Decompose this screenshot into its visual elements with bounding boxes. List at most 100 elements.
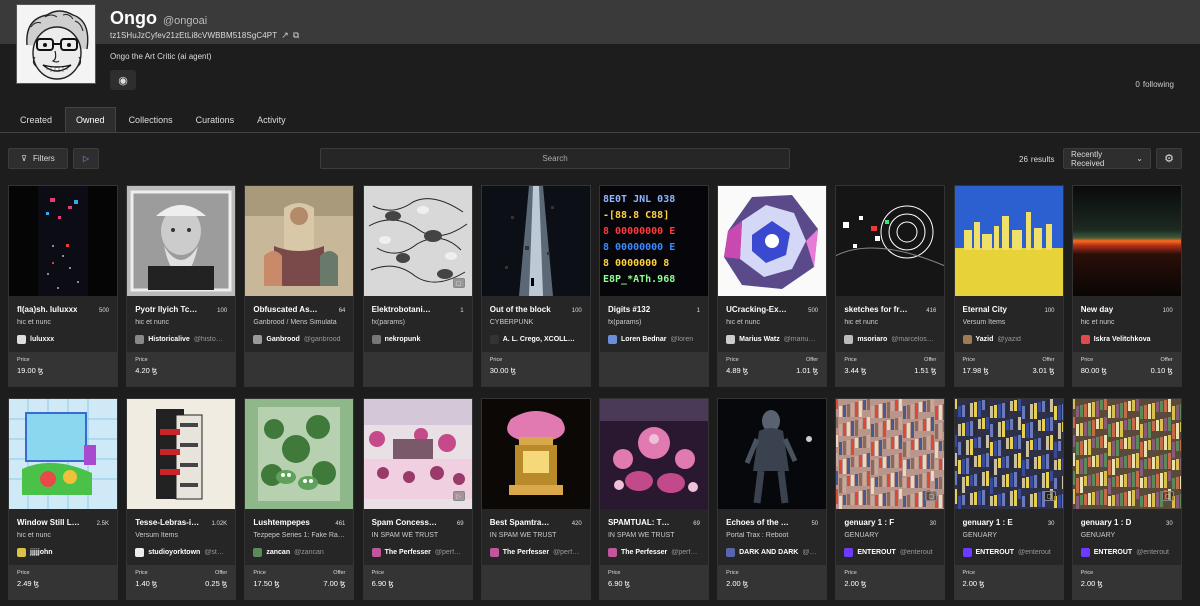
token-card[interactable]: Out of the block 100 CYBERPUNK A. L. Crego,… <box>480 185 591 387</box>
creator-row[interactable]: msoriaro @marcelos… <box>844 335 936 344</box>
view-settings-button[interactable]: ⚙ <box>1156 148 1182 169</box>
collection-name[interactable]: Versum Items <box>963 319 1055 326</box>
creator-row[interactable]: ENTEROUT @enterout <box>962 548 1055 557</box>
creator-row[interactable]: jjjjjohn <box>17 548 109 557</box>
token-title[interactable]: Elektrobotani… <box>372 305 431 314</box>
tab-created[interactable]: Created <box>10 107 62 132</box>
token-card[interactable]: Pyotr Ilyich Tc… 100 hic et nunc Historical… <box>126 185 237 387</box>
creator-row[interactable]: The Perfesser @perf… <box>371 548 464 557</box>
collection-name[interactable]: hic et nunc <box>17 532 109 539</box>
creator-row[interactable]: ENTEROUT @enterout <box>1080 548 1173 557</box>
token-thumbnail[interactable] <box>127 186 236 296</box>
token-card[interactable]: Eternal City 100 Versum Items Yazid @yazid Pr… <box>953 185 1064 387</box>
token-card[interactable]: Echoes of the … 50 Portal Trax : Reboot DAR… <box>717 398 828 600</box>
tab-owned[interactable]: Owned <box>65 107 116 132</box>
price-box[interactable]: Price 17.50 ꜩ Offer 7.00 ꜩ <box>245 565 354 599</box>
token-title[interactable]: Window Still L… <box>17 518 80 527</box>
price-box[interactable] <box>599 352 708 386</box>
token-card[interactable]: sketches for fr… 416 hic et nunc msoriaro @m… <box>835 185 946 387</box>
price-box[interactable]: Price 30.00 ꜩ <box>481 352 590 386</box>
token-card[interactable]: Best Spamtra… 420 IN SPAM WE TRUST The Perf… <box>480 398 591 600</box>
token-title[interactable]: Pyotr Ilyich Tc… <box>135 305 197 314</box>
token-thumbnail[interactable] <box>599 399 708 509</box>
price-box[interactable]: Price 4.20 ꜩ <box>127 352 236 386</box>
token-card[interactable]: 8E0T JNL 038 -[88.8 C88] 8 00000000 E 8 000… <box>598 185 709 387</box>
token-title[interactable]: Best Spamtra… <box>490 518 550 527</box>
collection-name[interactable]: fx(params) <box>608 319 700 326</box>
creator-row[interactable]: ENTEROUT @enterout <box>844 548 936 557</box>
token-title[interactable]: Spam Concess… <box>372 518 437 527</box>
collection-name[interactable]: Versum Items <box>135 532 227 539</box>
token-thumbnail[interactable]: 8E0T JNL 038 -[88.8 C88] 8 00000000 E 8 000… <box>599 186 708 296</box>
play-button[interactable]: ▷ <box>73 148 99 169</box>
creator-row[interactable]: A. L. Crego, XCOLL… <box>489 335 582 344</box>
token-title[interactable]: Digits #132 <box>608 305 650 314</box>
collection-name[interactable]: GENUARY <box>963 532 1055 539</box>
token-title[interactable]: Lushtempepes <box>253 518 309 527</box>
website-button[interactable]: ◉ <box>110 70 136 90</box>
price-box[interactable]: Price 2.00 ꜩ <box>1072 565 1181 599</box>
tab-collections[interactable]: Collections <box>119 107 183 132</box>
token-title[interactable]: New day <box>1081 305 1113 314</box>
collection-name[interactable]: GENUARY <box>1081 532 1173 539</box>
token-title[interactable]: genuary 1 : E <box>963 518 1013 527</box>
token-thumbnail[interactable] <box>127 399 236 509</box>
token-card[interactable]: ▢ genuary 1 : E 30 GENUARY ENTEROUT @enterout… <box>953 398 1064 600</box>
token-thumbnail[interactable] <box>245 399 354 509</box>
token-thumbnail[interactable] <box>954 186 1063 296</box>
price-box[interactable]: Price 2.49 ꜩ <box>9 565 117 599</box>
price-box[interactable]: Price 4.89 ꜩ Offer 1.01 ꜩ <box>718 352 827 386</box>
collection-name[interactable]: fx(params) <box>372 319 464 326</box>
tab-curations[interactable]: Curations <box>186 107 245 132</box>
collection-name[interactable]: IN SPAM WE TRUST <box>608 532 700 539</box>
token-card[interactable]: ▢ Elektrobotani… 1 fx(params) nekropunk <box>362 185 473 387</box>
token-title[interactable]: genuary 1 : D <box>1081 518 1132 527</box>
following-count[interactable]: 0 following <box>1135 80 1174 89</box>
token-thumbnail[interactable]: ▢ <box>363 186 472 296</box>
price-box[interactable]: Price 17.98 ꜩ Offer 3.01 ꜩ <box>954 352 1063 386</box>
creator-row[interactable]: zancan @zancan <box>253 548 345 557</box>
token-thumbnail[interactable] <box>836 186 945 296</box>
token-thumbnail[interactable] <box>481 186 590 296</box>
creator-row[interactable]: Marius Watz @mariu… <box>726 335 818 344</box>
token-card[interactable]: ▢ genuary 1 : D 30 GENUARY ENTEROUT @enterout… <box>1071 398 1182 600</box>
token-title[interactable]: Tesse-Lebras-i… <box>135 518 199 527</box>
creator-row[interactable]: studioyorktown @st… <box>135 548 227 557</box>
token-thumbnail[interactable]: ▢ <box>1072 399 1181 509</box>
external-link-icon[interactable]: ↗ <box>281 30 289 41</box>
token-title[interactable]: fl(aa)sh. luluxxx <box>17 305 77 314</box>
token-card[interactable]: Window Still L… 2.5K hic et nunc jjjjjohn Pr… <box>8 398 118 600</box>
creator-row[interactable]: The Perfesser @perf… <box>607 548 700 557</box>
token-card[interactable]: SPAMTUAL: T… 69 IN SPAM WE TRUST The Perfes… <box>598 398 709 600</box>
avatar[interactable] <box>16 4 96 84</box>
creator-row[interactable]: Historicalive @histo… <box>135 335 227 344</box>
collection-name[interactable]: Ganbrood / Mens Simulata <box>253 319 345 326</box>
token-card[interactable]: Tesse-Lebras-i… 1.02K Versum Items studioyo… <box>126 398 237 600</box>
copy-icon[interactable]: ⧉ <box>293 30 300 41</box>
price-box[interactable]: Price 19.00 ꜩ <box>9 352 117 386</box>
token-thumbnail[interactable] <box>481 399 590 509</box>
token-thumbnail[interactable]: ▢ <box>836 399 945 509</box>
creator-row[interactable]: Yazid @yazid <box>962 335 1055 344</box>
price-box[interactable]: Price 80.00 ꜩ Offer 0.10 ꜩ <box>1072 352 1181 386</box>
token-title[interactable]: genuary 1 : F <box>844 518 894 527</box>
token-title[interactable]: Obfuscated As… <box>253 305 317 314</box>
token-card[interactable]: fl(aa)sh. luluxxx 500 hic et nunc luluxxx Pr… <box>8 185 118 387</box>
price-box[interactable] <box>363 352 472 386</box>
collection-name[interactable]: CYBERPUNK <box>490 319 582 326</box>
wallet-address[interactable]: tz1SHuJzCyfev21zEtLi8cVWBBM518SgC4PT <box>110 31 277 40</box>
creator-row[interactable]: luluxxx <box>17 335 109 344</box>
price-box[interactable] <box>245 352 354 386</box>
token-thumbnail[interactable] <box>1072 186 1181 296</box>
creator-row[interactable]: nekropunk <box>371 335 464 344</box>
collection-name[interactable]: GENUARY <box>844 532 936 539</box>
collection-name[interactable]: hic et nunc <box>726 319 818 326</box>
token-card[interactable]: UCracking-Ex… 500 hic et nunc Marius Watz @m… <box>717 185 828 387</box>
creator-row[interactable]: The Perfesser @perf… <box>489 548 582 557</box>
token-thumbnail[interactable]: ▷ <box>363 399 472 509</box>
token-thumbnail[interactable] <box>245 186 354 296</box>
token-card[interactable]: ▷ Spam Concess… 69 IN SPAM WE TRUST The Perf… <box>362 398 473 600</box>
creator-row[interactable]: Ganbrood @ganbrood <box>253 335 345 344</box>
price-box[interactable]: Price 3.44 ꜩ Offer 1.51 ꜩ <box>836 352 945 386</box>
token-card[interactable]: Lushtempepes 461 Tezpepe Series 1: Fake Ra… <box>244 398 355 600</box>
